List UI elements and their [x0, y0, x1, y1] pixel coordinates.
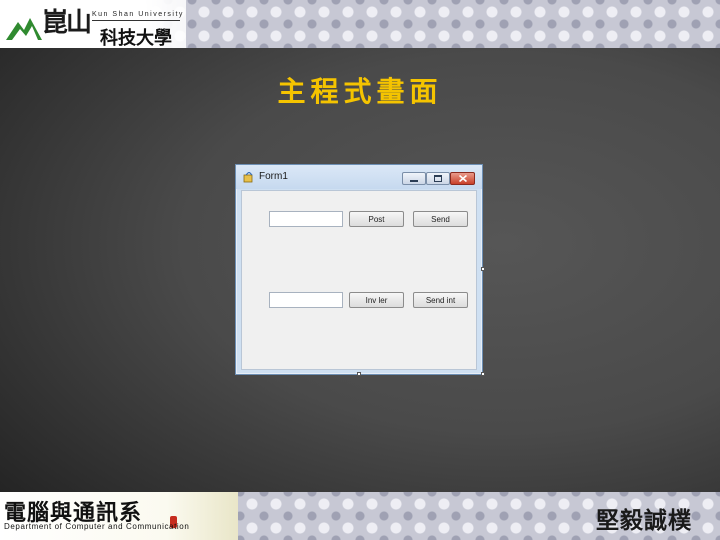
close-button[interactable]	[450, 172, 475, 185]
close-icon	[458, 175, 467, 182]
minimize-icon	[410, 179, 418, 182]
form-titlebar[interactable]: Form1	[236, 165, 482, 189]
department-name-en: Department of Computer and Communication	[4, 522, 190, 531]
university-logo: 崑山 Kun Shan University 科技大學	[0, 0, 186, 49]
resize-handle-right[interactable]	[481, 267, 485, 271]
form-app-icon	[243, 172, 253, 183]
text-input-1[interactable]	[269, 211, 343, 227]
mountain-logo-icon	[6, 18, 42, 40]
maximize-icon	[434, 175, 442, 182]
form-button-4[interactable]: Send int	[413, 292, 468, 308]
post-button[interactable]: Post	[349, 211, 404, 227]
maximize-button[interactable]	[426, 172, 450, 185]
form-window[interactable]: Form1 Post Send Inv ler Send int	[235, 164, 485, 376]
form-client-area: Post Send Inv ler Send int	[241, 190, 477, 370]
school-motto: 堅毅誠樸	[596, 507, 692, 534]
resize-handle-corner[interactable]	[481, 372, 485, 376]
minimize-button[interactable]	[402, 172, 426, 185]
slide-title: 主程式畫面	[277, 75, 443, 108]
resize-handle-bottom[interactable]	[357, 372, 361, 376]
send-button[interactable]: Send	[413, 211, 468, 227]
logo-divider	[92, 20, 180, 21]
university-name-cjk-small: 科技大學	[100, 28, 172, 49]
department-logo: 電腦與通訊系 Department of Computer and Commun…	[0, 492, 238, 540]
text-input-2[interactable]	[269, 292, 343, 308]
university-name-cjk-big: 崑山	[42, 8, 92, 38]
form-button-3[interactable]: Inv ler	[349, 292, 404, 308]
form-title: Form1	[259, 171, 288, 182]
university-name-en: Kun Shan University	[92, 11, 184, 18]
